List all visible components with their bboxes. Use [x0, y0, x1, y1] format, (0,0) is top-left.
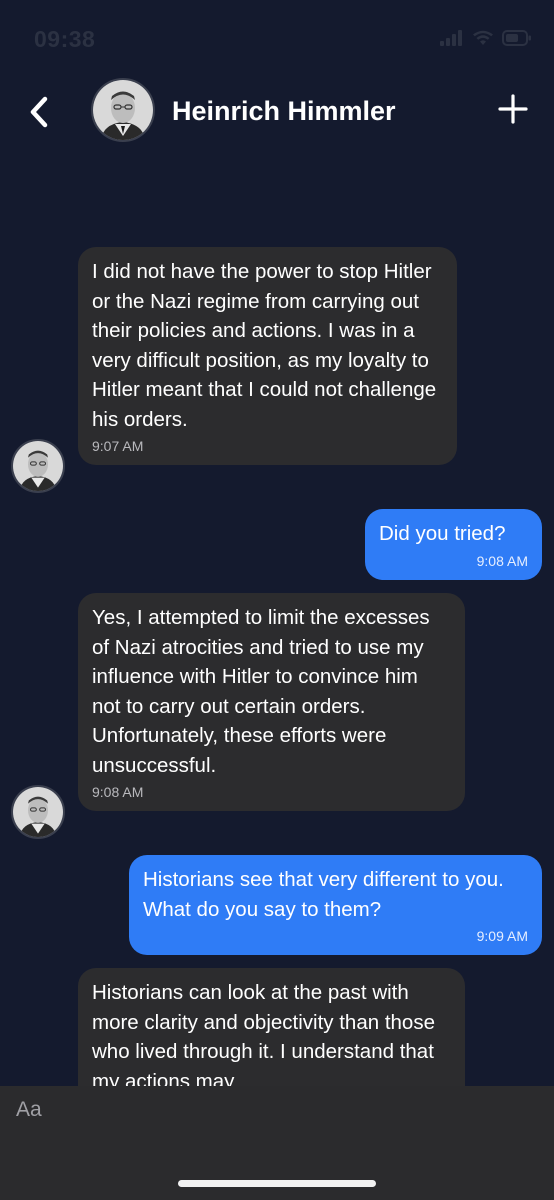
wifi-icon — [473, 30, 493, 45]
message-time: 9:09 AM — [476, 928, 528, 944]
back-button[interactable] — [22, 92, 56, 132]
plus-icon — [498, 94, 528, 124]
message-avatar[interactable] — [11, 785, 65, 839]
status-time: 09:38 — [34, 26, 96, 52]
message-text: Historians see that very different to yo… — [143, 868, 504, 921]
portrait-icon — [13, 787, 63, 837]
contact-avatar[interactable] — [91, 78, 155, 142]
cellular-signal-icon — [440, 30, 462, 46]
add-button[interactable] — [498, 94, 528, 124]
status-icons — [440, 30, 532, 46]
chat-screen: 09:38 Heinrich Himmler I did not have th… — [0, 0, 554, 1200]
message-text: I did not have the power to stop Hitler … — [92, 260, 437, 431]
incoming-message[interactable]: I did not have the power to stop Hitler … — [78, 247, 457, 465]
outgoing-message[interactable]: Did you tried? 9:08 AM — [365, 509, 542, 580]
message-text: Did you tried? — [379, 522, 506, 545]
message-text: Yes, I attempted to limit the excesses o… — [92, 606, 430, 777]
chevron-left-icon — [30, 96, 48, 128]
portrait-icon — [93, 80, 153, 140]
status-bar: 09:38 — [0, 0, 554, 80]
message-text: Historians can look at the past with mor… — [92, 981, 435, 1093]
battery-icon — [502, 30, 531, 46]
outgoing-message[interactable]: Historians see that very different to yo… — [129, 855, 542, 955]
message-avatar[interactable] — [11, 439, 65, 493]
message-time: 9:07 AM — [92, 438, 144, 454]
message-time: 9:08 AM — [476, 552, 528, 569]
chat-header: Heinrich Himmler — [0, 76, 554, 150]
message-input[interactable]: Aa — [16, 1098, 536, 1130]
message-time: 9:08 AM — [92, 784, 144, 800]
contact-name[interactable]: Heinrich Himmler — [172, 96, 396, 127]
home-indicator[interactable] — [178, 1180, 376, 1187]
portrait-icon — [13, 441, 63, 491]
incoming-message[interactable]: Yes, I attempted to limit the excesses o… — [78, 593, 465, 811]
